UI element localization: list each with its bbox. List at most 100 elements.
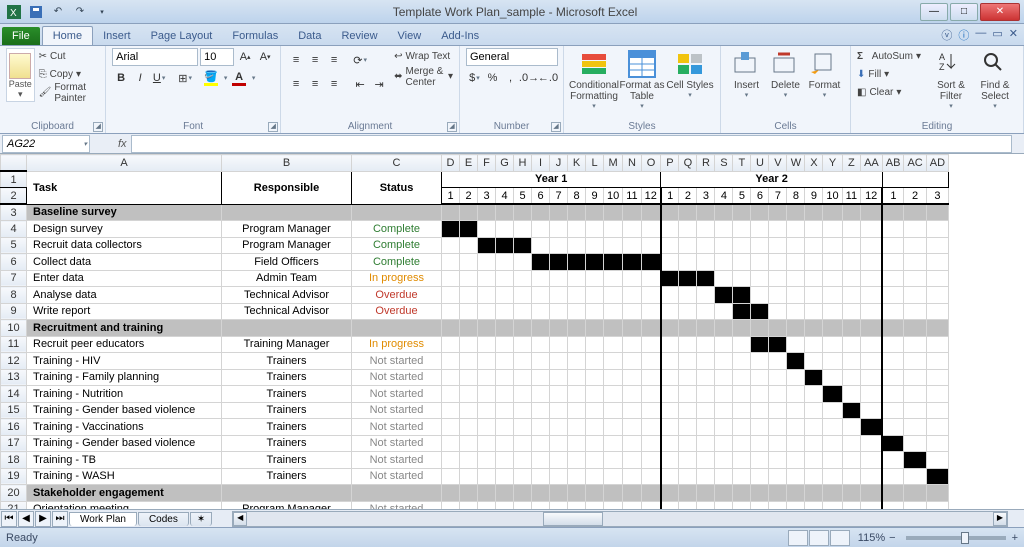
tab-addins[interactable]: Add-Ins bbox=[431, 27, 489, 45]
gantt-cell[interactable] bbox=[679, 270, 697, 287]
gantt-cell[interactable] bbox=[661, 353, 679, 370]
gantt-cell[interactable] bbox=[460, 435, 478, 452]
fill-button[interactable]: ⬇Fill▾ bbox=[857, 66, 929, 83]
close-button[interactable]: ✕ bbox=[980, 3, 1020, 21]
gantt-cell[interactable] bbox=[641, 452, 661, 469]
gantt-cell[interactable] bbox=[550, 369, 568, 386]
gantt-cell[interactable] bbox=[787, 452, 805, 469]
task-cell[interactable]: Recruit data collectors bbox=[27, 237, 222, 254]
row-header[interactable]: 21 bbox=[1, 501, 27, 509]
gantt-cell[interactable] bbox=[751, 369, 769, 386]
gantt-cell[interactable] bbox=[442, 336, 460, 353]
gantt-cell[interactable] bbox=[769, 452, 787, 469]
gantt-cell[interactable] bbox=[478, 402, 496, 419]
gantt-cell[interactable] bbox=[805, 468, 823, 485]
help-icon[interactable]: ⓘ bbox=[958, 27, 969, 43]
page-break-view-icon[interactable] bbox=[830, 530, 850, 546]
gantt-cell[interactable] bbox=[442, 303, 460, 320]
status-cell[interactable]: In progress bbox=[352, 270, 442, 287]
gantt-cell[interactable] bbox=[904, 419, 926, 436]
gantt-cell[interactable] bbox=[697, 435, 715, 452]
task-cell[interactable]: Training - Nutrition bbox=[27, 386, 222, 403]
gantt-cell[interactable] bbox=[697, 270, 715, 287]
gantt-cell[interactable] bbox=[550, 254, 568, 271]
decrease-decimal-icon[interactable]: ←.0 bbox=[539, 69, 557, 87]
gantt-cell[interactable] bbox=[460, 419, 478, 436]
gantt-cell[interactable] bbox=[532, 353, 550, 370]
column-header-O[interactable]: O bbox=[641, 155, 661, 172]
worksheet-grid[interactable]: ABCDEFGHIJKLMNOPQRSTUVWXYZAAABACAD1TaskR… bbox=[0, 154, 1024, 509]
gantt-cell[interactable] bbox=[623, 501, 641, 509]
gantt-cell[interactable] bbox=[697, 468, 715, 485]
gantt-cell[interactable] bbox=[586, 353, 604, 370]
gantt-cell[interactable] bbox=[661, 501, 679, 509]
gantt-cell[interactable] bbox=[661, 287, 679, 304]
gantt-cell[interactable] bbox=[514, 402, 532, 419]
tab-view[interactable]: View bbox=[388, 27, 432, 45]
gantt-cell[interactable] bbox=[550, 419, 568, 436]
gantt-cell[interactable] bbox=[733, 386, 751, 403]
gantt-cell[interactable] bbox=[904, 254, 926, 271]
gantt-cell[interactable] bbox=[805, 303, 823, 320]
gantt-cell[interactable] bbox=[787, 369, 805, 386]
gantt-cell[interactable] bbox=[532, 221, 550, 238]
gantt-cell[interactable] bbox=[661, 419, 679, 436]
gantt-cell[interactable] bbox=[568, 435, 586, 452]
gantt-cell[interactable] bbox=[769, 435, 787, 452]
gantt-cell[interactable] bbox=[733, 237, 751, 254]
percent-format-icon[interactable]: % bbox=[484, 69, 501, 87]
gantt-cell[interactable] bbox=[823, 221, 842, 238]
gantt-cell[interactable] bbox=[733, 435, 751, 452]
gantt-cell[interactable] bbox=[733, 287, 751, 304]
gantt-cell[interactable] bbox=[623, 386, 641, 403]
gantt-cell[interactable] bbox=[733, 303, 751, 320]
gantt-cell[interactable] bbox=[882, 369, 904, 386]
sort-filter-button[interactable]: AZ Sort & Filter▾ bbox=[929, 48, 973, 114]
gantt-cell[interactable] bbox=[697, 303, 715, 320]
gantt-cell[interactable] bbox=[823, 452, 842, 469]
gantt-cell[interactable] bbox=[823, 336, 842, 353]
gantt-cell[interactable] bbox=[442, 419, 460, 436]
gantt-cell[interactable] bbox=[787, 237, 805, 254]
gantt-cell[interactable] bbox=[715, 353, 733, 370]
gantt-cell[interactable] bbox=[478, 353, 496, 370]
gantt-cell[interactable] bbox=[623, 270, 641, 287]
gantt-cell[interactable] bbox=[733, 270, 751, 287]
gantt-cell[interactable] bbox=[460, 468, 478, 485]
gantt-cell[interactable] bbox=[861, 287, 883, 304]
gantt-cell[interactable] bbox=[478, 270, 496, 287]
responsible-cell[interactable]: Trainers bbox=[222, 468, 352, 485]
gantt-cell[interactable] bbox=[823, 270, 842, 287]
gantt-cell[interactable] bbox=[861, 303, 883, 320]
gantt-cell[interactable] bbox=[604, 237, 623, 254]
align-top-icon[interactable]: ≡ bbox=[287, 51, 305, 69]
font-color-button[interactable]: A bbox=[230, 69, 248, 87]
gantt-cell[interactable] bbox=[496, 369, 514, 386]
gantt-cell[interactable] bbox=[586, 254, 604, 271]
gantt-cell[interactable] bbox=[787, 254, 805, 271]
gantt-cell[interactable] bbox=[532, 468, 550, 485]
gantt-cell[interactable] bbox=[623, 468, 641, 485]
gantt-cell[interactable] bbox=[787, 303, 805, 320]
gantt-cell[interactable] bbox=[823, 254, 842, 271]
gantt-cell[interactable] bbox=[926, 369, 948, 386]
gantt-cell[interactable] bbox=[550, 501, 568, 509]
gantt-cell[interactable] bbox=[715, 501, 733, 509]
gantt-cell[interactable] bbox=[715, 386, 733, 403]
gantt-cell[interactable] bbox=[904, 287, 926, 304]
column-header-R[interactable]: R bbox=[697, 155, 715, 172]
gantt-cell[interactable] bbox=[805, 353, 823, 370]
gantt-cell[interactable] bbox=[805, 419, 823, 436]
gantt-cell[interactable] bbox=[861, 468, 883, 485]
italic-button[interactable]: I bbox=[131, 69, 149, 87]
gantt-cell[interactable] bbox=[661, 468, 679, 485]
gantt-cell[interactable] bbox=[586, 452, 604, 469]
gantt-cell[interactable] bbox=[679, 419, 697, 436]
autosum-button[interactable]: Σ AutoSum▾ bbox=[857, 48, 929, 65]
gantt-cell[interactable] bbox=[496, 303, 514, 320]
gantt-cell[interactable] bbox=[604, 402, 623, 419]
gantt-cell[interactable] bbox=[805, 386, 823, 403]
row-header[interactable]: 6 bbox=[1, 254, 27, 271]
task-cell[interactable]: Write report bbox=[27, 303, 222, 320]
gantt-cell[interactable] bbox=[715, 452, 733, 469]
